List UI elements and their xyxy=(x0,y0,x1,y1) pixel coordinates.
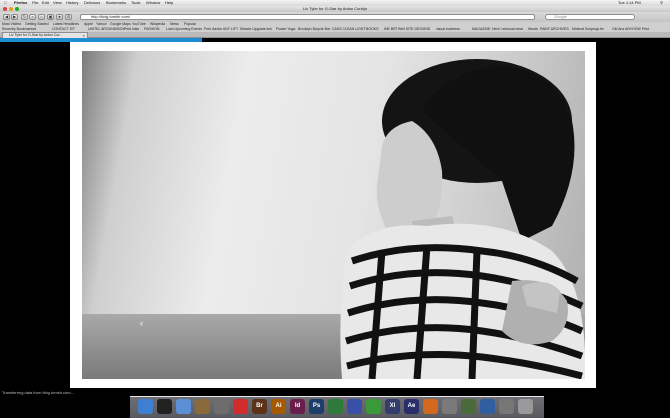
bookmark-item[interactable]: Free Adobe ANY LIFT xyxy=(204,27,238,31)
bookmark-item[interactable]: YouTube xyxy=(132,22,146,26)
browser-window: Liv Tyler for G-Star by Anton Corbijn ◀ … xyxy=(0,6,670,38)
bookmark-item[interactable]: Most Visited xyxy=(2,22,21,26)
bookmark-item[interactable]: CONTACT S/T xyxy=(52,27,75,31)
delicious-button[interactable]: ▣ xyxy=(47,14,54,20)
aftereffects-icon[interactable]: Ae xyxy=(404,399,419,414)
dock: Br Ai Id Ps Xl Ae xyxy=(130,396,544,418)
bookmark-item[interactable]: Old Ans ANYHOW Print xyxy=(612,27,649,31)
itunes-icon[interactable] xyxy=(347,399,362,414)
home-button[interactable]: ⌂ xyxy=(38,14,45,20)
bookmark-item[interactable]: Words xyxy=(528,27,538,31)
search-box[interactable]: Google xyxy=(545,14,635,20)
bookmark-item[interactable]: Flower Yoga xyxy=(276,27,295,31)
navigation-toolbar: ◀ ▶ ↻ × ⌂ ▣ ★ ☰ http://tlctg.tumblr.com/… xyxy=(0,12,670,22)
dashboard-icon[interactable] xyxy=(157,399,172,414)
back-button[interactable]: ◀ xyxy=(3,14,10,20)
bookmark-item[interactable]: visual business xyxy=(436,27,460,31)
tab-label: Liv Tyler for G-Star by Anton Cor... xyxy=(9,33,63,37)
bridge-icon[interactable]: Br xyxy=(252,399,267,414)
bookmark-item[interactable]: Popular xyxy=(184,22,196,26)
previous-arrow[interactable]: ‹ xyxy=(140,318,143,328)
photoshop-icon[interactable]: Ps xyxy=(309,399,324,414)
search-placeholder: Google xyxy=(554,14,567,19)
bookmark-item[interactable]: Latest Headlines xyxy=(53,22,79,26)
reload-button[interactable]: ↻ xyxy=(21,14,28,20)
photo-subject-svg xyxy=(340,59,585,379)
bookmark-item[interactable]: Here I sensual clear xyxy=(492,27,523,31)
post-frame: ‹ xyxy=(70,42,596,388)
bookmarks-toolbar: Most Visited Getting Started Latest Head… xyxy=(0,22,670,32)
acrobat-icon[interactable] xyxy=(233,399,248,414)
bookmark-item[interactable]: Google Maps xyxy=(110,22,131,26)
bookmark-item[interactable]: Print links xyxy=(124,27,139,31)
stats-icon[interactable] xyxy=(461,399,476,414)
illustrator-icon[interactable]: Ai xyxy=(271,399,286,414)
bookmark-item[interactable]: BOOKS xyxy=(366,27,378,31)
bookmark-item[interactable]: Yahoo! xyxy=(96,22,107,26)
indesign-icon[interactable]: Id xyxy=(290,399,305,414)
bookmark-item[interactable]: News xyxy=(170,22,179,26)
finder-icon[interactable] xyxy=(138,399,153,414)
url-bar[interactable]: http://tlctg.tumblr.com/ xyxy=(80,14,535,20)
firefox-icon[interactable] xyxy=(423,399,438,414)
bookmark-item[interactable]: Minimal Scriptogr.fm xyxy=(572,27,604,31)
sidebar-button[interactable]: ☰ xyxy=(65,14,72,20)
bookmark-item[interactable]: Miracle Upgrade link xyxy=(240,27,272,31)
bookmark-item[interactable]: Apple xyxy=(84,22,93,26)
preferences-icon[interactable] xyxy=(499,399,514,414)
bookmark-item[interactable]: Brooklyn Bicycle Bar xyxy=(298,27,330,31)
bookmark-item[interactable]: MAGAZINE xyxy=(472,27,490,31)
utility-icon[interactable] xyxy=(214,399,229,414)
dreamweaver-icon[interactable] xyxy=(328,399,343,414)
status-text: Transferring data from tlctg.tumblr.com.… xyxy=(2,390,74,395)
fashion-photo[interactable]: ‹ xyxy=(82,51,585,379)
preview-icon[interactable] xyxy=(442,399,457,414)
green-app-icon[interactable] xyxy=(366,399,381,414)
bookmark-item[interactable]: FASHION xyxy=(144,27,159,31)
bookmark-item[interactable]: UNITEL AROUND/BOX xyxy=(88,27,125,31)
iphoto-icon[interactable] xyxy=(195,399,210,414)
bookmark-item[interactable]: Getting Started xyxy=(25,22,49,26)
bookmark-item[interactable]: CASS CLEAN LIGHT xyxy=(332,27,365,31)
bookmark-item[interactable]: PAINT ARCHIVES xyxy=(540,27,569,31)
bookmark-item[interactable]: Wikipedia xyxy=(150,22,165,26)
xcode-icon[interactable]: Xl xyxy=(385,399,400,414)
stop-button[interactable]: × xyxy=(29,14,36,20)
tag-button[interactable]: ★ xyxy=(56,14,63,20)
trash-icon[interactable] xyxy=(518,399,533,414)
forward-button[interactable]: ▶ xyxy=(11,14,18,20)
safari-icon[interactable] xyxy=(176,399,191,414)
bookmark-item[interactable]: Recently Bookmarked xyxy=(2,27,36,31)
url-text: http://tlctg.tumblr.com/ xyxy=(91,14,131,19)
bookmark-item[interactable]: Well SITE DESIGNS xyxy=(398,27,430,31)
bookmark-item[interactable]: Lush Upcoming Events xyxy=(166,27,202,31)
page-content: ‹ xyxy=(0,42,670,390)
monitor-icon[interactable] xyxy=(480,399,495,414)
bookmark-item[interactable]: INK BRT xyxy=(384,27,398,31)
